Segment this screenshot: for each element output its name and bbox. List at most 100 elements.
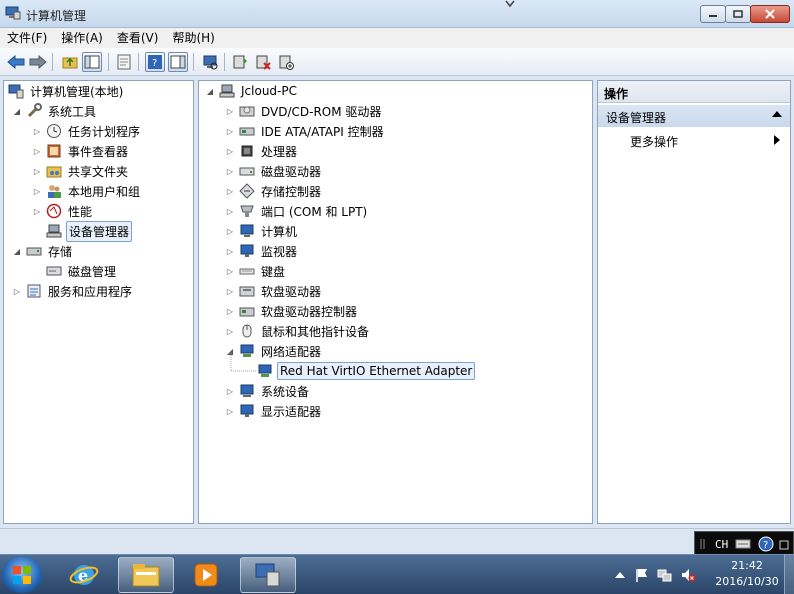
properties-button[interactable]	[114, 52, 134, 72]
processor-icon	[241, 145, 253, 157]
system-devices-icon	[240, 384, 254, 397]
tree-item-root[interactable]: 计算机管理(本地)	[8, 81, 125, 101]
expand-icon[interactable]: ▷	[32, 166, 42, 176]
collapse-icon[interactable]: ◢	[205, 86, 215, 96]
maximize-button[interactable]	[725, 5, 751, 23]
action-center-flag-icon[interactable]	[634, 567, 650, 583]
show-hide-action-pane-button[interactable]	[168, 52, 188, 72]
expand-icon[interactable]: ▷	[225, 406, 235, 416]
device-category-keyboard[interactable]: ▷ 键盘	[225, 261, 287, 281]
device-category-ports[interactable]: ▷ 端口 (COM 和 LPT)	[225, 201, 369, 221]
expand-icon[interactable]: ▷	[225, 126, 235, 136]
tree-item-task-scheduler[interactable]: ▷ 任务计划程序	[32, 121, 142, 141]
expand-icon[interactable]: ▷	[32, 146, 42, 156]
device-category-mouse[interactable]: ▷ 鼠标和其他指针设备	[225, 321, 371, 341]
tree-item-event-viewer[interactable]: ▷ 事件查看器	[32, 141, 130, 161]
tree-item-storage[interactable]: ◢ 存储	[12, 241, 74, 261]
help-button[interactable]: ?	[145, 52, 165, 72]
device-category-system[interactable]: ▷ 系统设备	[225, 381, 311, 401]
taskbar-clock[interactable]: 21:42 2016/10/30	[712, 558, 782, 590]
expand-icon[interactable]: ▷	[225, 326, 235, 336]
menu-help[interactable]: 帮助(H)	[165, 28, 221, 48]
expand-icon[interactable]: ▷	[225, 146, 235, 156]
status-bar	[0, 528, 794, 550]
taskbar-internet-explorer[interactable]: e	[56, 557, 112, 593]
back-button[interactable]	[6, 52, 26, 72]
collapse-icon[interactable]: ◢	[12, 246, 22, 256]
tree-item-disk-management[interactable]: 磁盘管理	[46, 261, 118, 281]
taskbar: e	[0, 554, 794, 594]
expand-icon[interactable]: ▷	[32, 186, 42, 196]
device-category-floppy[interactable]: ▷ 软盘驱动器	[225, 281, 323, 301]
expand-icon[interactable]: ▷	[225, 206, 235, 216]
uninstall-device-button[interactable]	[253, 52, 273, 72]
actions-header: 操作	[598, 81, 790, 103]
folder-up-icon	[62, 57, 78, 69]
show-hidden-icons-icon[interactable]	[612, 567, 628, 583]
device-root[interactable]: ◢ Jcloud-PC	[205, 81, 299, 101]
expand-icon[interactable]: ▷	[32, 206, 42, 216]
expand-icon[interactable]: ▷	[225, 186, 235, 196]
device-category-storage-controller[interactable]: ▷ 存储控制器	[225, 181, 323, 201]
expand-icon[interactable]: ▷	[32, 126, 42, 136]
more-actions-link[interactable]: 更多操作	[630, 133, 678, 150]
restore-icon[interactable]	[779, 540, 789, 550]
menu-action[interactable]: 操作(A)	[54, 28, 110, 48]
menu-view[interactable]: 查看(V)	[110, 28, 166, 48]
device-tree-pane: ◢ Jcloud-PC ▷ DVD/CD-ROM 驱动器 ▷ IDE ATA/A…	[198, 80, 593, 524]
help-icon[interactable]: ?	[758, 536, 774, 552]
device-category-monitor[interactable]: ▷ 监视器	[225, 241, 299, 261]
menu-file[interactable]: 文件(F)	[0, 28, 54, 48]
display-adapter-icon	[240, 404, 254, 417]
minimize-button[interactable]	[700, 5, 726, 23]
taskbar-explorer[interactable]	[118, 557, 174, 593]
expand-icon[interactable]: ▷	[225, 306, 235, 316]
close-button[interactable]	[750, 5, 790, 23]
actions-section-device-manager[interactable]: 设备管理器	[598, 105, 790, 127]
event-viewer-icon	[47, 144, 61, 158]
volume-muted-icon[interactable]	[680, 567, 696, 583]
scan-hardware-button[interactable]	[200, 52, 220, 72]
svg-text:?: ?	[152, 58, 157, 69]
expand-icon[interactable]: ▷	[225, 266, 235, 276]
device-category-display[interactable]: ▷ 显示适配器	[225, 401, 323, 421]
keyboard-icon[interactable]	[735, 538, 751, 550]
expand-icon[interactable]: ▷	[225, 246, 235, 256]
show-desktop-button[interactable]	[784, 554, 794, 594]
tree-connector	[230, 353, 257, 372]
tree-item-performance[interactable]: ▷ 性能	[32, 201, 94, 221]
disable-device-button[interactable]	[276, 52, 296, 72]
device-category-cpu[interactable]: ▷ 处理器	[225, 141, 299, 161]
tools-icon	[27, 103, 42, 118]
device-category-floppy-controller[interactable]: ▷ 软盘驱动器控制器	[225, 301, 359, 321]
language-code[interactable]: CH	[715, 538, 728, 551]
update-driver-button[interactable]	[230, 52, 250, 72]
ide-controller-icon	[239, 127, 255, 136]
performance-icon	[46, 203, 62, 219]
show-hide-tree-button[interactable]	[82, 52, 102, 72]
expand-icon[interactable]: ▷	[225, 166, 235, 176]
device-item-nic[interactable]: Red Hat VirtIO Ethernet Adapter	[257, 361, 476, 381]
device-category-ide[interactable]: ▷ IDE ATA/ATAPI 控制器	[225, 121, 386, 141]
expand-icon[interactable]: ▷	[225, 226, 235, 236]
expand-icon[interactable]: ▷	[225, 286, 235, 296]
expand-icon[interactable]: ▷	[225, 386, 235, 396]
taskbar-media-player[interactable]	[178, 557, 234, 593]
up-level-button[interactable]	[60, 52, 80, 72]
forward-button[interactable]	[28, 52, 48, 72]
tree-item-local-users[interactable]: ▷ 本地用户和组	[32, 181, 142, 201]
network-icon[interactable]	[656, 567, 672, 583]
drag-handle-icon[interactable]	[699, 538, 709, 550]
taskbar-computer-management[interactable]	[240, 557, 296, 593]
start-button[interactable]	[2, 557, 42, 593]
device-category-dvd[interactable]: ▷ DVD/CD-ROM 驱动器	[225, 101, 383, 121]
device-category-disk[interactable]: ▷ 磁盘驱动器	[225, 161, 323, 181]
tree-item-system-tools[interactable]: ◢ 系统工具	[12, 101, 98, 121]
device-category-computer[interactable]: ▷ 计算机	[225, 221, 299, 241]
expand-icon[interactable]: ▷	[225, 106, 235, 116]
tree-item-device-manager[interactable]: 设备管理器	[46, 220, 133, 242]
tree-item-shared-folders[interactable]: ▷ 共享文件夹	[32, 161, 130, 181]
tree-item-services-apps[interactable]: ▷ 服务和应用程序	[12, 281, 134, 301]
expand-icon[interactable]: ▷	[12, 286, 22, 296]
collapse-icon[interactable]: ◢	[12, 106, 22, 116]
